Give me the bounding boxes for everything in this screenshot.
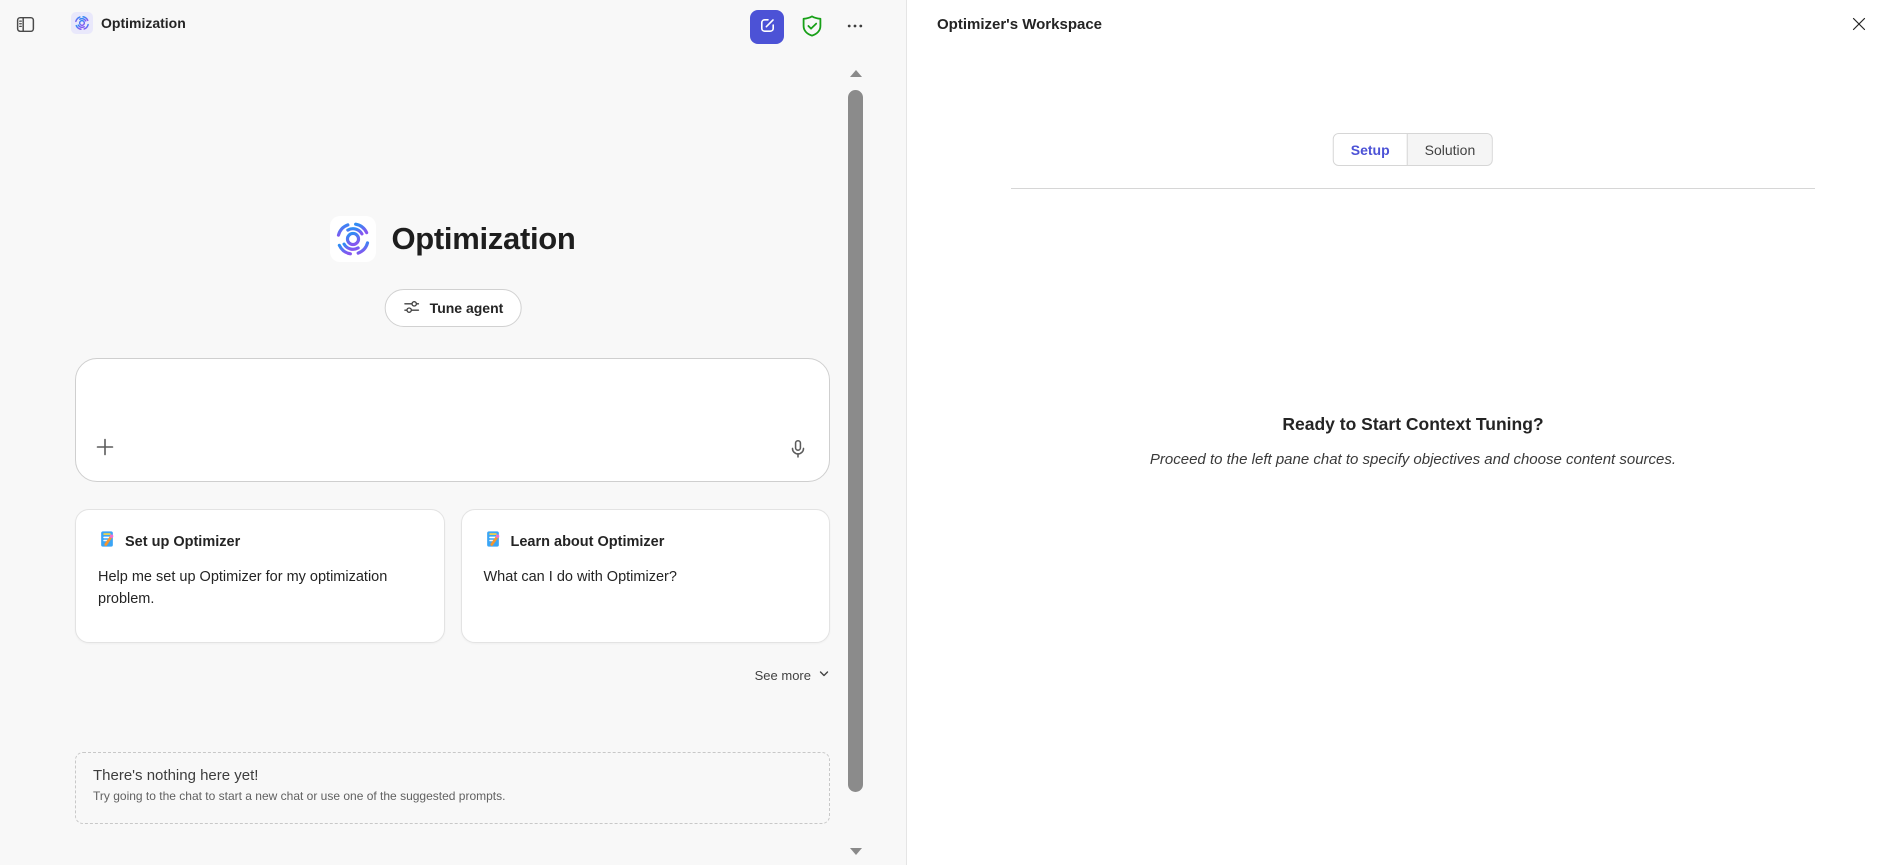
workspace-status-subtitle: Proceed to the left pane chat to specify… bbox=[1149, 451, 1677, 468]
agent-hero-title: Optimization bbox=[391, 221, 576, 256]
ellipsis-icon bbox=[845, 16, 865, 39]
more-options-button[interactable] bbox=[840, 12, 870, 42]
shield-checkmark-icon bbox=[800, 14, 824, 41]
suggestion-card-learn[interactable]: Learn about Optimizer What can I do with… bbox=[460, 509, 830, 643]
close-workspace-button[interactable] bbox=[1845, 11, 1873, 39]
scroll-down-arrow[interactable] bbox=[850, 848, 862, 855]
memo-icon bbox=[98, 530, 116, 553]
app-root: Optimization Optimization Tune agent Set… bbox=[0, 0, 1887, 865]
agent-icon bbox=[71, 12, 93, 34]
privacy-shield-button[interactable] bbox=[797, 12, 827, 42]
memo-icon bbox=[484, 530, 502, 553]
tab-setup[interactable]: Setup bbox=[1333, 134, 1407, 165]
new-chat-button[interactable] bbox=[750, 10, 784, 44]
add-content-button[interactable] bbox=[92, 435, 118, 461]
see-more-button[interactable]: See more bbox=[755, 668, 830, 683]
microphone-icon bbox=[787, 438, 809, 463]
agent-hero-icon bbox=[330, 216, 377, 262]
workspace-status: Ready to Start Context Tuning? Proceed t… bbox=[1011, 414, 1815, 468]
workspace-status-title: Ready to Start Context Tuning? bbox=[1282, 414, 1544, 434]
workspace-content: Setup Solution Ready to Start Context Tu… bbox=[1011, 0, 1815, 865]
plus-icon bbox=[93, 435, 117, 462]
chat-pane: Optimization Optimization Tune agent Set… bbox=[0, 0, 906, 865]
card-body: Help me set up Optimizer for my optimiza… bbox=[98, 569, 388, 607]
workspace-panel: Optimizer's Workspace Setup Solution Rea… bbox=[906, 0, 1887, 865]
chat-topbar: Optimization bbox=[0, 0, 906, 48]
empty-state-subtitle: Try going to the chat to start a new cha… bbox=[93, 789, 506, 803]
tune-agent-label: Tune agent bbox=[429, 300, 504, 316]
scroll-up-arrow[interactable] bbox=[850, 70, 862, 77]
close-icon bbox=[1851, 16, 1867, 35]
topbar-actions bbox=[750, 10, 870, 44]
message-composer[interactable] bbox=[75, 358, 830, 482]
scrollbar-thumb[interactable] bbox=[848, 90, 863, 792]
chevron-down-icon bbox=[818, 668, 830, 683]
card-body: What can I do with Optimizer? bbox=[483, 569, 677, 585]
sliders-icon bbox=[403, 298, 421, 319]
sidebar-toggle-button[interactable] bbox=[11, 13, 39, 39]
suggestion-card-setup[interactable]: Set up Optimizer Help me set up Optimize… bbox=[75, 509, 445, 643]
see-more-label: See more bbox=[754, 668, 811, 683]
empty-state: There's nothing here yet! Try going to t… bbox=[75, 752, 830, 824]
tab-solution[interactable]: Solution bbox=[1406, 134, 1493, 165]
card-title: Learn about Optimizer bbox=[510, 533, 665, 550]
agent-hero: Optimization bbox=[0, 216, 906, 262]
card-title: Set up Optimizer bbox=[125, 533, 241, 550]
suggested-prompts: Set up Optimizer Help me set up Optimize… bbox=[75, 509, 830, 643]
microphone-button[interactable] bbox=[785, 437, 811, 463]
divider bbox=[1011, 188, 1815, 189]
message-input[interactable] bbox=[96, 373, 809, 423]
agent-title: Optimization bbox=[101, 15, 186, 31]
card-header: Learn about Optimizer bbox=[484, 530, 808, 553]
card-header: Set up Optimizer bbox=[98, 530, 422, 553]
panel-left-icon bbox=[15, 14, 36, 38]
tune-agent-button[interactable]: Tune agent bbox=[384, 289, 522, 327]
compose-icon bbox=[758, 16, 777, 38]
workspace-tabs: Setup Solution bbox=[1332, 133, 1494, 166]
agent-header: Optimization bbox=[71, 12, 186, 34]
empty-state-title: There's nothing here yet! bbox=[93, 767, 259, 784]
